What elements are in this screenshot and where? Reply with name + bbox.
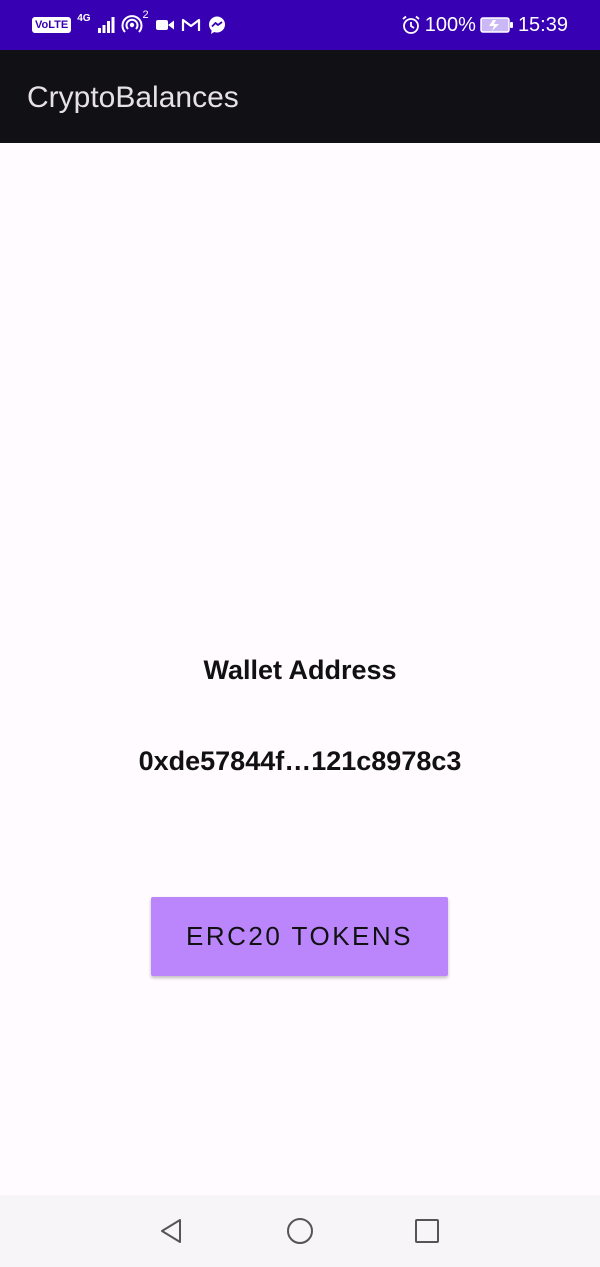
navigation-bar bbox=[0, 1195, 600, 1267]
video-call-icon bbox=[155, 17, 175, 33]
wallet-address-label: Wallet Address bbox=[203, 655, 397, 685]
clock: 15:39 bbox=[517, 13, 568, 36]
erc20-tokens-button[interactable]: ERC20 TOKENS bbox=[151, 897, 448, 976]
back-icon bbox=[161, 1219, 181, 1243]
status-bar-right: 100% 15:39 bbox=[401, 12, 568, 38]
volte-icon: VoLTE bbox=[32, 17, 72, 33]
hotspot-icon bbox=[121, 14, 143, 36]
messenger-icon bbox=[207, 15, 227, 35]
gmail-icon bbox=[181, 17, 201, 33]
recents-button[interactable] bbox=[407, 1211, 447, 1251]
home-button[interactable] bbox=[280, 1211, 320, 1251]
battery-percent: 100% bbox=[424, 13, 476, 36]
network-type-label: 4G bbox=[77, 13, 91, 24]
app-title: CryptoBalances bbox=[27, 81, 239, 114]
status-bar: VoLTE 4G 2 100% 15:39 bbox=[0, 0, 600, 50]
alarm-icon bbox=[401, 15, 421, 35]
battery-charging-icon bbox=[480, 16, 514, 34]
back-button[interactable] bbox=[151, 1211, 191, 1251]
recents-icon bbox=[415, 1219, 439, 1243]
home-icon bbox=[287, 1218, 313, 1244]
status-bar-left: VoLTE 4G 2 bbox=[32, 9, 227, 38]
signal-icon bbox=[97, 16, 115, 34]
wallet-address-value: 0xde57844f…121c8978c3 bbox=[138, 746, 462, 776]
hotspot-count: 2 bbox=[142, 9, 149, 21]
